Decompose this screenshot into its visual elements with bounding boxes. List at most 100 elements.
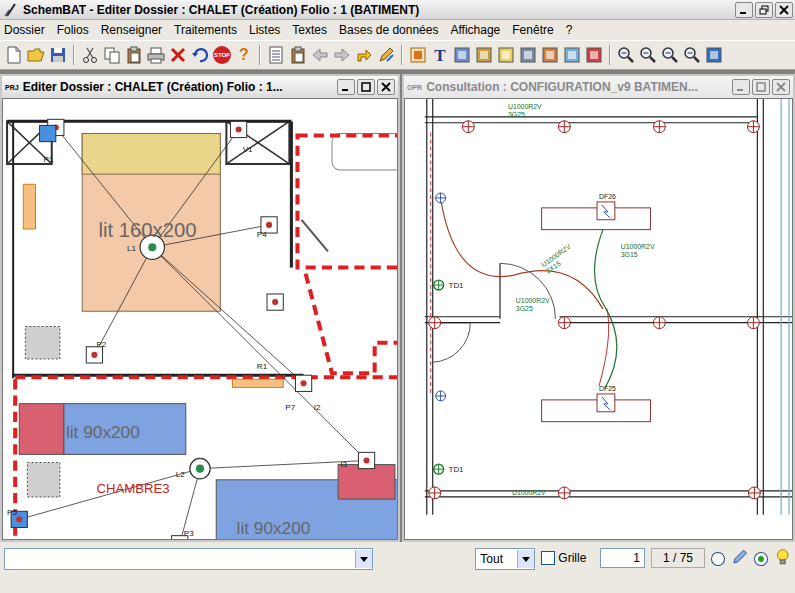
page-field[interactable]: 1 [600, 548, 645, 568]
svg-text:U1000R2V: U1000R2V [621, 243, 655, 250]
toolbar-button[interactable] [474, 44, 494, 66]
copy-icon [103, 46, 121, 64]
document-badge: PRJ [5, 84, 19, 91]
menu-item[interactable]: Dossier [4, 23, 45, 37]
menu-item[interactable]: Renseigner [101, 23, 162, 37]
command-field[interactable] [4, 548, 373, 570]
toolbar-button[interactable] [354, 44, 374, 66]
toolbar-button[interactable] [310, 44, 330, 66]
page-count: 1 / 75 [651, 548, 705, 568]
toolbar-button[interactable] [704, 44, 724, 66]
save-disk-icon [49, 46, 67, 64]
checkbox-box [541, 551, 555, 565]
toolbar-button[interactable] [4, 44, 24, 66]
toolbar-button[interactable]: T [430, 44, 450, 66]
toolbar-button[interactable]: STOP [212, 44, 232, 66]
svg-text:3G25: 3G25 [516, 305, 533, 312]
cancel-box-icon [585, 46, 603, 64]
toolbar-button[interactable] [26, 44, 46, 66]
wiring-plan: DF26DF25TD1TD1U1000R2V3G25U1000R2V2X15U1… [405, 99, 792, 539]
toolbar-button[interactable] [584, 44, 604, 66]
toolbar-button[interactable] [288, 44, 308, 66]
toolbar-button[interactable] [452, 44, 472, 66]
filter-select[interactable]: Tout [475, 548, 535, 570]
close-button[interactable] [772, 79, 790, 95]
svg-text:3G25: 3G25 [508, 111, 525, 118]
title-bar: SchemBAT - Editer Dossier : CHALET (Créa… [0, 0, 795, 20]
menu-item[interactable]: Listes [249, 23, 280, 37]
menu-item[interactable]: Traitements [174, 23, 237, 37]
minimize-button[interactable] [732, 79, 750, 95]
schembat-window: SchemBAT - Editer Dossier : CHALET (Créa… [0, 0, 795, 593]
menu-item[interactable]: Affichage [450, 23, 500, 37]
window-title: SchemBAT - Editer Dossier : CHALET (Créa… [23, 3, 730, 17]
toolbar-button[interactable] [682, 44, 702, 66]
svg-text:U1000R2V: U1000R2V [516, 297, 550, 304]
document-window[interactable]: OPRConsultation : CONFIGURATION_v9 BATIM… [402, 74, 795, 542]
dropdown-arrow-icon [360, 557, 368, 562]
toolbar-button[interactable] [48, 44, 68, 66]
document-window[interactable]: PRJEditer Dossier : CHALET (Création) Fo… [0, 74, 400, 542]
toolbar-button[interactable] [408, 44, 428, 66]
zoom-plus-icon [705, 46, 723, 64]
toolbar-button[interactable] [638, 44, 658, 66]
zoom-out-icon [617, 46, 635, 64]
toolbar-button[interactable] [562, 44, 582, 66]
toolbar-button[interactable] [80, 44, 100, 66]
menu-bar: Dossier Folios Renseigner Traitements Listes… [0, 20, 795, 40]
restore-button[interactable] [755, 2, 773, 18]
toolbar-button[interactable] [518, 44, 538, 66]
jump-arrow-icon [355, 46, 373, 64]
svg-text:P3: P3 [184, 529, 194, 538]
toolbar-button[interactable] [168, 44, 188, 66]
document-title-bar: OPRConsultation : CONFIGURATION_v9 BATIM… [404, 76, 793, 98]
menu-item[interactable]: Folios [57, 23, 89, 37]
tools-icon [377, 46, 395, 64]
open-folder-icon [27, 46, 45, 64]
toolbar-button[interactable] [376, 44, 396, 66]
component-icon [409, 46, 427, 64]
floor-plan: lit 160x200lit 90x200lit 90x200CHAMBRE3P… [3, 99, 397, 539]
toolbar-button[interactable] [540, 44, 560, 66]
svg-text:3G15: 3G15 [621, 251, 638, 258]
svg-text:I3: I3 [340, 460, 347, 469]
toolbar-button[interactable] [102, 44, 122, 66]
toolbar-button[interactable] [616, 44, 636, 66]
zoom-area-icon [639, 46, 657, 64]
help-icon: ? [239, 47, 249, 63]
restore-icon [759, 5, 769, 15]
zoom-fit-icon [683, 46, 701, 64]
clipboard-icon [289, 46, 307, 64]
toolbar-button[interactable] [332, 44, 352, 66]
zoom-in-icon [661, 46, 679, 64]
mode-radio[interactable] [711, 552, 725, 566]
toolbar-button[interactable] [190, 44, 210, 66]
minimize-button[interactable] [735, 2, 753, 18]
menu-item[interactable]: Bases de données [339, 23, 438, 37]
menu-item[interactable]: Textes [292, 23, 327, 37]
grid-checkbox[interactable]: Grille [541, 548, 586, 568]
toolbar-button[interactable] [266, 44, 286, 66]
maximize-button[interactable] [752, 79, 770, 95]
toolbar-button[interactable] [124, 44, 144, 66]
svg-text:U1000R2V: U1000R2V [508, 103, 542, 110]
toolbar-button[interactable] [146, 44, 166, 66]
minimize-button[interactable] [337, 79, 355, 95]
plan-canvas[interactable]: DF26DF25TD1TD1U1000R2V3G25U1000R2V2X15U1… [404, 98, 793, 540]
toolbar-button[interactable] [496, 44, 516, 66]
menu-item[interactable]: Fenêtre [512, 23, 553, 37]
toolbar-button[interactable] [660, 44, 680, 66]
svg-text:2X15: 2X15 [545, 259, 562, 274]
plan-canvas[interactable]: lit 160x200lit 90x200lit 90x200CHAMBRE3P… [2, 98, 398, 540]
toolbar-button[interactable]: ? [234, 44, 254, 66]
svg-text:DF25: DF25 [599, 385, 616, 392]
svg-text:P7: P7 [285, 403, 295, 412]
close-button[interactable] [775, 2, 793, 18]
dropdown-arrow-icon [522, 557, 530, 562]
mode-radio[interactable] [754, 552, 768, 566]
arrow-right-icon [333, 46, 351, 64]
close-button[interactable] [377, 79, 395, 95]
maximize-button[interactable] [357, 79, 375, 95]
minimize-icon [341, 82, 351, 92]
menu-item[interactable]: ? [566, 23, 573, 37]
